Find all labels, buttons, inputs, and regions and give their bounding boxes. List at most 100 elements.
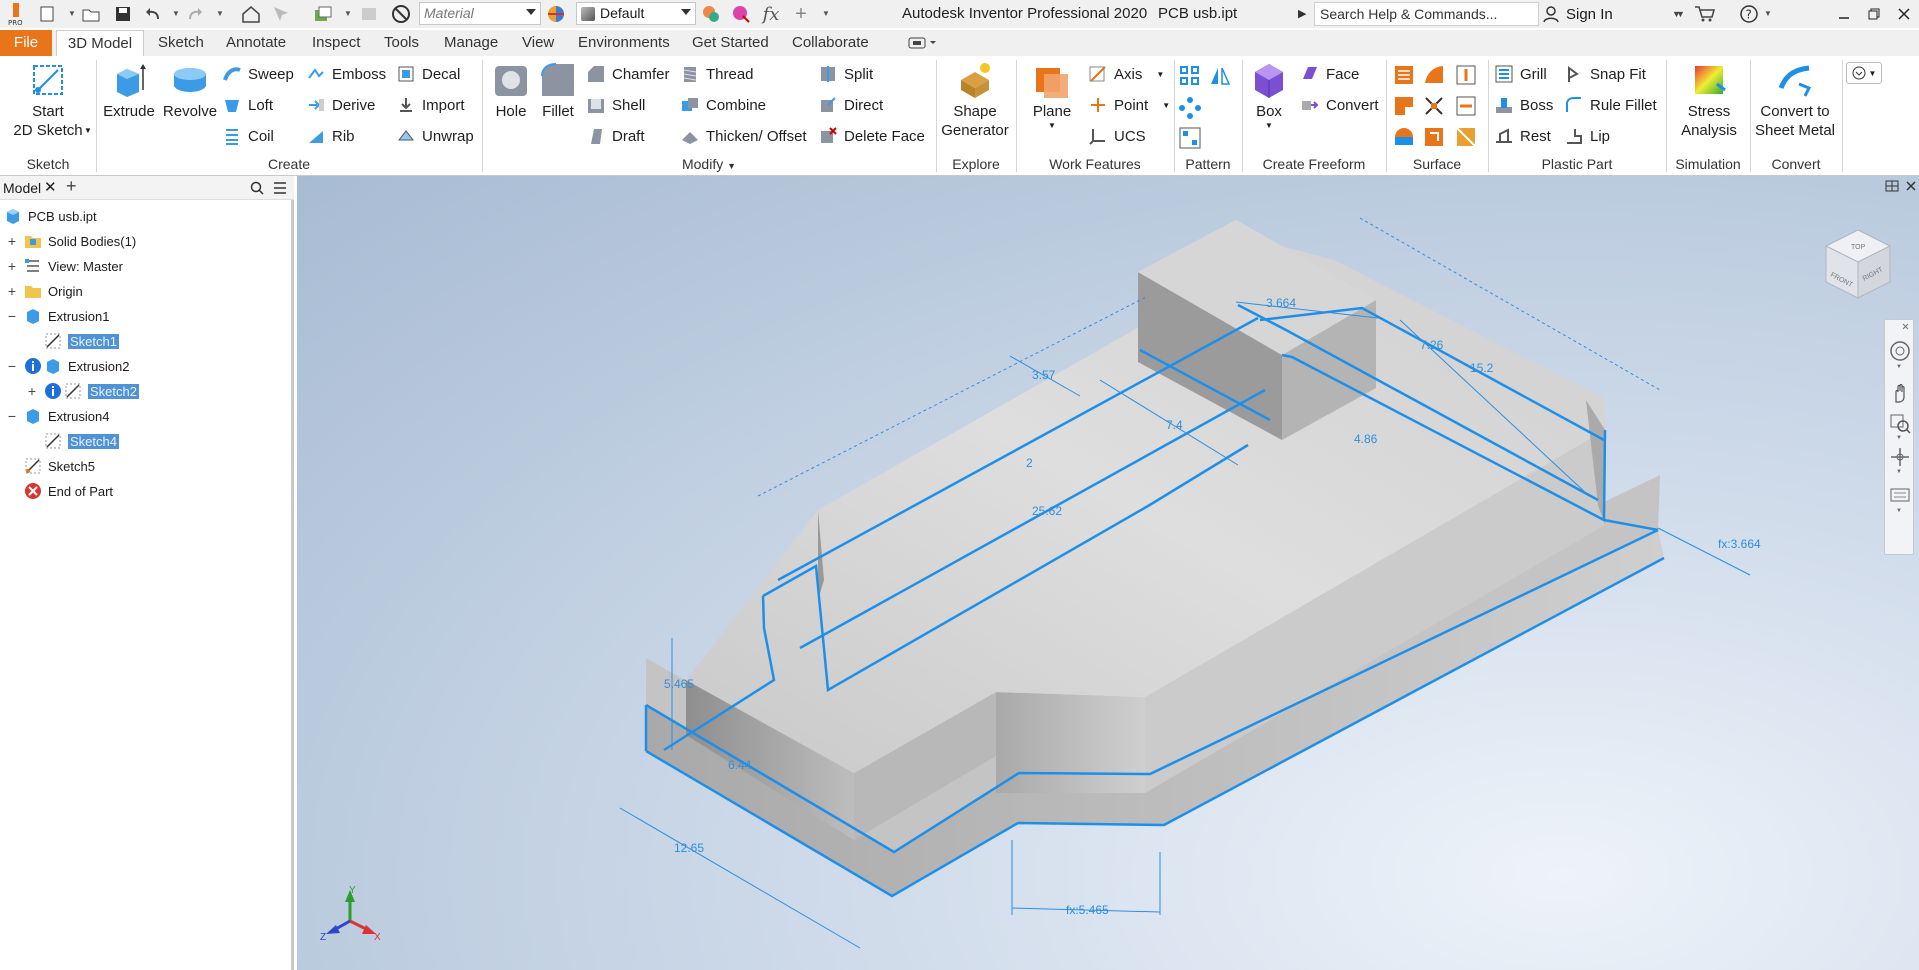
- box-button[interactable]: Box ▼: [1246, 60, 1292, 131]
- rectangular-pattern-icon[interactable]: [1178, 64, 1202, 88]
- tab-inspect[interactable]: Inspect: [312, 30, 360, 56]
- plane-button[interactable]: Plane ▼: [1024, 60, 1080, 131]
- shape-generator-button[interactable]: Shape Generator: [940, 60, 1010, 140]
- dim-fx-3664[interactable]: fx:3.664: [1718, 537, 1761, 551]
- start-2d-sketch-button[interactable]: Start 2D Sketch: [10, 60, 86, 140]
- viewcube-top[interactable]: TOP: [1851, 244, 1866, 251]
- collapse-icon[interactable]: −: [6, 308, 18, 324]
- dim-357[interactable]: 3.57: [1032, 368, 1056, 382]
- chevron-down-icon[interactable]: ▼: [68, 9, 76, 19]
- tab-environments[interactable]: Environments: [578, 30, 670, 56]
- thicken-offset-button[interactable]: Thicken/ Offset: [680, 124, 807, 148]
- chevron-down-icon[interactable]: ▼: [1896, 364, 1902, 370]
- inventor-logo-icon[interactable]: PRO: [2, 3, 30, 26]
- part-model[interactable]: 3.664 7.26 15.2 3.57 7.4 4.86 2 25.62 5.…: [297, 176, 1919, 970]
- viewcube[interactable]: TOP FRONT RIGHT: [1820, 224, 1896, 304]
- chevron-down-icon[interactable]: ▼: [172, 9, 180, 19]
- chevron-down-icon[interactable]: ▼: [1896, 469, 1902, 475]
- collapse-icon[interactable]: −: [6, 358, 18, 374]
- split-button[interactable]: Split: [818, 62, 873, 86]
- select-icon[interactable]: [270, 3, 292, 25]
- ucs-button[interactable]: UCS: [1088, 124, 1146, 148]
- appearance-dropdown[interactable]: Default: [576, 2, 696, 25]
- replace-face-icon[interactable]: [1392, 125, 1416, 149]
- import-button[interactable]: Import: [396, 93, 465, 117]
- search-input[interactable]: Search Help & Commands...: [1314, 2, 1539, 26]
- boss-button[interactable]: Boss: [1494, 93, 1553, 117]
- tab-manage[interactable]: Manage: [444, 30, 498, 56]
- ribbon-overflow-button[interactable]: ▼: [1846, 62, 1882, 84]
- add-browser-icon[interactable]: +: [66, 176, 77, 197]
- chevron-down-icon[interactable]: ▼: [1896, 508, 1902, 514]
- expand-icon[interactable]: +: [6, 233, 18, 249]
- dim-74[interactable]: 7.4: [1166, 418, 1183, 432]
- tree-node-sketch1[interactable]: Sketch1: [4, 329, 119, 353]
- sketch-driven-pattern-icon[interactable]: [1178, 126, 1202, 150]
- shell-button[interactable]: Shell: [586, 93, 645, 117]
- tab-annotate[interactable]: Annotate: [226, 30, 286, 56]
- search-icon[interactable]: [250, 181, 264, 195]
- stress-analysis-button[interactable]: Stress Analysis: [1670, 60, 1748, 140]
- convert-to-sheet-metal-button[interactable]: Convert to Sheet Metal: [1752, 60, 1838, 140]
- parameters-fx-icon[interactable]: fx: [760, 3, 782, 25]
- chevron-down-icon[interactable]: ▼: [1896, 435, 1902, 441]
- grill-button[interactable]: Grill: [1494, 62, 1547, 86]
- decal-button[interactable]: Decal: [396, 62, 460, 86]
- thread-button[interactable]: Thread: [680, 62, 754, 86]
- help-icon[interactable]: ?: [1738, 3, 1760, 25]
- look-at-icon[interactable]: [1889, 484, 1911, 506]
- circular-pattern-icon[interactable]: [1178, 96, 1202, 120]
- redo-icon[interactable]: [184, 3, 206, 25]
- tree-node-extrusion1[interactable]: − Extrusion1: [4, 304, 109, 328]
- rib-button[interactable]: Rib: [306, 124, 355, 148]
- chevron-down-icon[interactable]: ▼: [216, 9, 224, 19]
- tree-node-solid-bodies[interactable]: + Solid Bodies(1): [4, 229, 136, 253]
- tree-node-sketch5[interactable]: Sketch5: [4, 454, 95, 478]
- chevron-right-icon[interactable]: ▶: [1298, 7, 1306, 20]
- dim-726[interactable]: 7.26: [1420, 338, 1444, 352]
- dim-1265[interactable]: 12.65: [674, 841, 704, 855]
- trim-icon[interactable]: [1422, 94, 1446, 118]
- panel-title-modify[interactable]: Modify ▼: [482, 156, 936, 174]
- menu-icon[interactable]: [272, 181, 288, 195]
- tree-node-extrusion4[interactable]: − Extrusion4: [4, 404, 109, 428]
- chamfer-button[interactable]: Chamfer: [586, 62, 670, 86]
- restore-icon[interactable]: [1862, 3, 1886, 25]
- sweep-button[interactable]: Sweep: [222, 62, 294, 86]
- save-icon[interactable]: [112, 3, 134, 25]
- close-tab-icon[interactable]: ✕: [44, 178, 57, 196]
- extrude-button[interactable]: Extrude: [102, 60, 156, 121]
- rule-fillet-button[interactable]: Rule Fillet: [1564, 93, 1657, 117]
- hole-button[interactable]: Hole: [488, 60, 534, 121]
- dim-486[interactable]: 4.86: [1354, 432, 1378, 446]
- dim-2[interactable]: 2: [1026, 456, 1033, 470]
- point-button[interactable]: Point ▼: [1088, 93, 1170, 117]
- thicken-surface-icon[interactable]: [1392, 63, 1416, 87]
- tree-node-extrusion2[interactable]: − Extrusion2: [4, 354, 129, 378]
- chevron-down-icon[interactable]: ▼: [84, 126, 92, 135]
- combine-button[interactable]: Combine: [680, 93, 766, 117]
- tab-3d-model[interactable]: 3D Model: [56, 30, 144, 56]
- unwrap-button[interactable]: Unwrap: [396, 124, 474, 148]
- expand-icon[interactable]: +: [6, 283, 18, 299]
- lip-button[interactable]: Lip: [1564, 124, 1610, 148]
- appearance-sphere-icon[interactable]: [545, 3, 567, 25]
- dim-152[interactable]: 15.2: [1470, 361, 1494, 375]
- mirror-icon[interactable]: [1208, 64, 1232, 88]
- adjust-appearance-icon[interactable]: [700, 3, 722, 25]
- tab-tools[interactable]: Tools: [384, 30, 419, 56]
- sign-in-button[interactable]: Sign In: [1542, 3, 1613, 25]
- snap-fit-button[interactable]: Snap Fit: [1564, 62, 1646, 86]
- dim-644[interactable]: 6.44: [728, 758, 752, 772]
- tree-root[interactable]: PCB usb.ipt: [4, 204, 97, 228]
- sign-in-chevron-icon[interactable]: ▼: [1676, 9, 1685, 19]
- coil-button[interactable]: Coil: [222, 124, 274, 148]
- boundary-patch-icon[interactable]: [1422, 63, 1446, 87]
- dim-2562[interactable]: 25.62: [1032, 504, 1062, 518]
- loft-button[interactable]: Loft: [222, 93, 273, 117]
- fit-mesh-face-icon[interactable]: [1454, 125, 1478, 149]
- steering-wheel-icon[interactable]: [1889, 340, 1911, 362]
- collapse-icon[interactable]: −: [6, 408, 18, 424]
- dim-fx-5465[interactable]: fx:5.465: [1066, 903, 1109, 917]
- zoom-icon[interactable]: [1889, 412, 1911, 434]
